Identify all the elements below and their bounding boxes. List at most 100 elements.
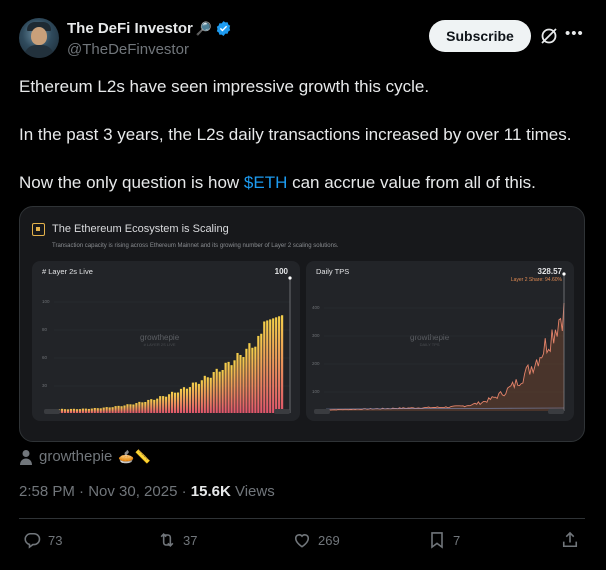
bar [179, 388, 183, 413]
bar [171, 391, 174, 413]
share-button[interactable] [560, 530, 580, 550]
reply-icon [24, 532, 41, 549]
repost-count: 37 [183, 532, 198, 548]
bar [203, 375, 206, 413]
date-marker [44, 409, 60, 414]
source-name[interactable]: growthepie [39, 448, 112, 465]
bar [75, 409, 79, 413]
bar [176, 392, 180, 413]
bar [218, 371, 221, 413]
author-handle[interactable]: @TheDeFinvestor [67, 41, 189, 58]
media-image[interactable]: The Ethereum Ecosystem is Scaling Transa… [19, 206, 585, 442]
bar [126, 404, 129, 413]
bar [141, 402, 144, 413]
subscribe-button[interactable]: Subscribe [429, 20, 531, 52]
y-tick-label: 100 [42, 299, 50, 304]
cursor-dot [288, 276, 292, 280]
avatar[interactable] [19, 18, 59, 58]
bar [123, 405, 126, 413]
bar [215, 368, 218, 413]
tweet-paragraph: Now the only question is how $ETH can ac… [19, 173, 536, 192]
reply-count: 73 [48, 532, 63, 548]
bar [260, 333, 263, 413]
views-count: 15.6K [190, 483, 231, 500]
bar [60, 408, 64, 413]
bar [281, 315, 284, 413]
bar [69, 408, 73, 413]
like-button[interactable]: 269 [292, 530, 340, 550]
y-tick-label: 200 [312, 361, 320, 366]
bar [108, 407, 111, 413]
tweet-text: Ethereum L2s have seen impressive growth… [19, 75, 589, 219]
bar [200, 380, 203, 413]
bar [242, 357, 245, 413]
person-icon [20, 449, 32, 465]
like-count: 269 [318, 532, 340, 548]
bar [194, 382, 197, 413]
display-name[interactable]: The DeFi Investor [67, 20, 193, 37]
bar [278, 316, 281, 413]
author-name-row[interactable]: The DeFi Investor 🔎 [67, 20, 232, 37]
bar [156, 398, 159, 413]
bar [150, 399, 153, 413]
bar [236, 352, 239, 413]
bar [90, 408, 93, 413]
bar [188, 387, 192, 413]
bar [120, 406, 123, 413]
verified-badge-icon [216, 21, 231, 36]
bar [102, 407, 105, 413]
bar [117, 405, 120, 413]
tweet-paragraph: In the past 3 years, the L2s daily trans… [19, 125, 572, 144]
bookmark-count: 7 [453, 532, 461, 548]
bar [144, 402, 147, 413]
timestamp[interactable]: 2:58 PM · Nov 30, 2025 · [19, 483, 191, 500]
bar [138, 401, 141, 413]
bar [153, 399, 156, 413]
daily-tps-line-chart: 400 300 200 100 [312, 272, 566, 414]
bar [129, 404, 132, 413]
bar [132, 404, 135, 413]
bar [173, 392, 177, 413]
y-tick-label: 30 [42, 383, 48, 388]
image-source[interactable]: growthepie 🥧📏 [19, 448, 151, 465]
bar [245, 348, 248, 413]
reply-button[interactable]: 73 [22, 530, 62, 550]
bar [182, 387, 186, 413]
date-marker [548, 409, 564, 414]
bar [191, 382, 194, 413]
bar [266, 320, 269, 413]
bar [63, 409, 67, 413]
eth-cashtag-link[interactable]: $ETH [244, 173, 287, 192]
tps-area [326, 303, 564, 411]
repost-button[interactable]: 37 [157, 530, 197, 550]
bar [96, 408, 99, 413]
bar [254, 346, 257, 413]
y-tick-label: 80 [42, 327, 48, 332]
magnifier-emoji: 🔎 [195, 20, 213, 36]
date-marker [314, 409, 330, 414]
bar [275, 317, 278, 413]
bookmark-icon [431, 532, 443, 549]
bar [209, 377, 212, 413]
y-tick-label: 100 [312, 389, 320, 394]
media-subtitle: Transaction capacity is rising across Et… [52, 243, 339, 249]
bar [239, 354, 242, 413]
bar [162, 396, 165, 413]
tweet-meta: 2:58 PM · Nov 30, 2025 · 15.6K Views [19, 483, 275, 500]
views-label: Views [230, 483, 275, 500]
grok-icon[interactable] [539, 26, 559, 46]
bookmark-button[interactable]: 7 [427, 530, 460, 550]
bar [72, 408, 76, 413]
bar [269, 319, 272, 413]
y-tick-label: 300 [312, 333, 320, 338]
action-bar: 73 37 269 7 [0, 530, 606, 556]
bar [257, 335, 260, 413]
bar [212, 372, 215, 413]
heart-icon [294, 534, 310, 548]
bar [99, 408, 102, 413]
more-options-icon[interactable]: ••• [565, 24, 585, 44]
share-icon [562, 531, 578, 548]
layer2s-live-panel: # Layer 2s Live 100 growthepie # LAYER 2S… [32, 261, 300, 421]
bar [185, 388, 189, 413]
bar [66, 409, 70, 413]
